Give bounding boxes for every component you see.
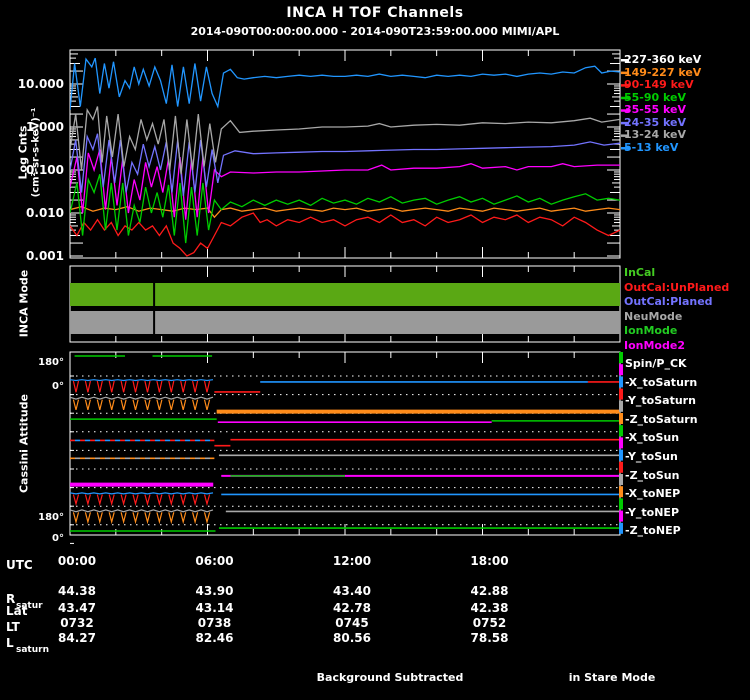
- ephemeris-value: 84.27: [58, 631, 96, 645]
- ephemeris-value: 42.38: [470, 601, 509, 615]
- ephemeris-value: 80.56: [333, 631, 371, 645]
- tof-ytick-label: 1.000: [26, 120, 64, 134]
- ephemeris-value: 0732: [60, 616, 94, 630]
- mode-legend-item: OutCal:UnPlaned: [624, 280, 730, 294]
- tof-legend-item: 149-227 keV: [624, 65, 702, 79]
- tof-legend-item: 13-24 keV: [624, 128, 687, 142]
- attitude-legend-item: -Z_toNEP: [625, 524, 681, 538]
- ephemeris-value: 0752: [472, 616, 507, 630]
- attitude-legend-item: -X_toSaturn: [625, 375, 698, 389]
- tof-legend-item: 227-360 keV: [624, 53, 702, 66]
- utc-tick-label: 06:00: [195, 554, 234, 568]
- ephemeris-value: 78.58: [470, 631, 509, 645]
- tof-legend-item: 5-13 keV: [624, 140, 679, 154]
- attitude-legend-item: Spin/P_CK: [625, 357, 687, 370]
- ephemeris-row-label: L: [6, 636, 14, 650]
- tof-legend-item: 55-90 keV: [624, 90, 687, 104]
- attitude-legend-item: -X_toNEP: [625, 487, 681, 501]
- attitude-legend-item: -Y_toSaturn: [625, 394, 696, 408]
- tof-ytick-label: 0.100: [26, 163, 64, 177]
- plot-canvas: INCA H TOF Channels 2014-090T00:00:00.00…: [0, 0, 750, 700]
- ephemeris-value: 0745: [335, 616, 369, 630]
- ephemeris-value: 0738: [197, 616, 232, 630]
- tof-legend-item: 35-55 keV: [624, 103, 687, 117]
- utc-tick-label: 12:00: [332, 554, 372, 568]
- ephemeris-row-sublabel: saturn: [16, 645, 49, 655]
- attitude-legend-item: -Z_toSaturn: [625, 412, 698, 426]
- attitude-ytick-label: 180°: [38, 357, 64, 368]
- attitude-ytick-label: 0°: [52, 381, 64, 392]
- tof-ytick-label: 0.010: [26, 206, 64, 220]
- attitude-legend-item: -X_toSun: [625, 431, 680, 445]
- ephemeris-value: 42.78: [333, 601, 371, 615]
- attitude-legend-item: -Y_toSun: [625, 450, 678, 463]
- mode-legend-item: OutCal:Planed: [624, 295, 713, 309]
- tof-ytick-label: 0.001: [26, 249, 64, 263]
- attitude-ytick-label: 180°: [38, 512, 64, 523]
- tof-legend-item: 90-149 keV: [624, 78, 694, 92]
- tof-legend-item: 24-35 keV: [624, 115, 687, 129]
- ephemeris-value: 42.88: [470, 584, 509, 598]
- attitude-ytick-label: 0°: [52, 533, 64, 544]
- tof-ytick-label: 10.000: [17, 77, 64, 91]
- mode-legend-item: NeuMode: [624, 309, 683, 323]
- mode-legend-item: InCal: [624, 266, 656, 279]
- mode-legend-item: IonMode2: [624, 339, 685, 352]
- ephemeris-value: 43.47: [58, 601, 96, 615]
- ephemeris-row-label: LT: [6, 620, 20, 634]
- ephemeris-value: 43.14: [195, 601, 234, 615]
- attitude-legend-item: -Y_toNEP: [625, 505, 680, 519]
- footnote-stare-mode: in Stare Mode: [568, 671, 656, 684]
- attitude-legend-item: -Z_toSun: [625, 468, 680, 482]
- ephemeris-value: 43.40: [333, 584, 371, 598]
- utc-label: UTC: [6, 558, 33, 572]
- footnote-background-subtracted: Background Subtracted: [316, 671, 464, 684]
- utc-tick-label: 18:00: [470, 554, 509, 568]
- ephemeris-value: 44.38: [58, 584, 96, 598]
- utc-tick-label: 00:00: [57, 554, 97, 568]
- mode-legend-item: IonMode: [624, 324, 678, 338]
- ephemeris-row-label: Lat: [6, 604, 28, 618]
- ephemeris-value: 82.46: [195, 631, 234, 645]
- ephemeris-value: 43.90: [195, 584, 234, 598]
